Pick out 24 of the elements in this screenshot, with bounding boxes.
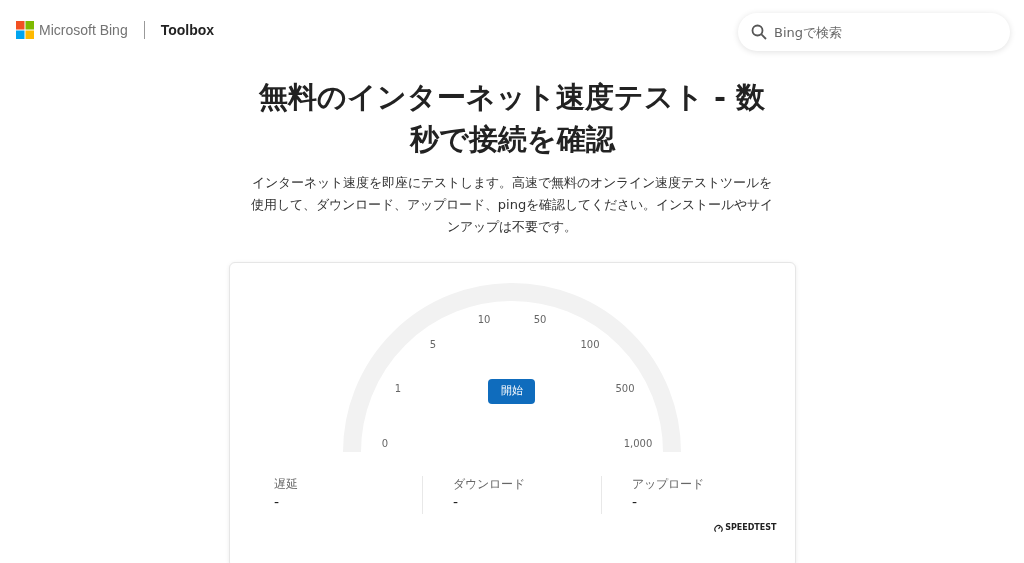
provider-logo: SPEEDTEST <box>725 522 777 534</box>
metric-label: ダウンロード <box>453 476 526 492</box>
gauge-tick-label: 50 <box>533 312 547 327</box>
brand-name[interactable]: Microsoft Bing <box>39 19 128 41</box>
gauge-tick-label: 500 <box>615 381 635 396</box>
gauge-tick-label: 10 <box>477 312 491 327</box>
search-icon <box>751 24 767 40</box>
search-field[interactable]: Bingで検索 <box>738 13 1010 51</box>
gauge-tick-label: 0 <box>381 436 389 451</box>
gauge-tick-label: 5 <box>429 337 437 352</box>
logo-icon <box>16 21 34 39</box>
gauge-icon <box>714 523 724 533</box>
start-button[interactable]: 開始 <box>488 379 535 404</box>
metric-value: - <box>632 493 639 512</box>
gauge-tick-label: 1,000 <box>623 436 653 451</box>
metric-label: アップロード <box>632 476 705 492</box>
metric-value: - <box>274 493 281 512</box>
description: インターネット速度を即座にテストします。高速で無料のオンライン速度テストツールを使用して、ダウンロード、アップロード、pingを確認してください。インストールやサインアップは不要です。 <box>249 174 775 236</box>
metric-label: 遅延 <box>274 476 299 492</box>
gauge-tick-label: 100 <box>580 337 600 352</box>
gauge-tick-label: 1 <box>394 381 402 396</box>
metric-value: - <box>453 493 460 512</box>
section-title[interactable]: Toolbox <box>160 19 215 41</box>
page-title: 無料のインターネット速度テスト - 数秒で接続を確認 <box>257 79 767 158</box>
